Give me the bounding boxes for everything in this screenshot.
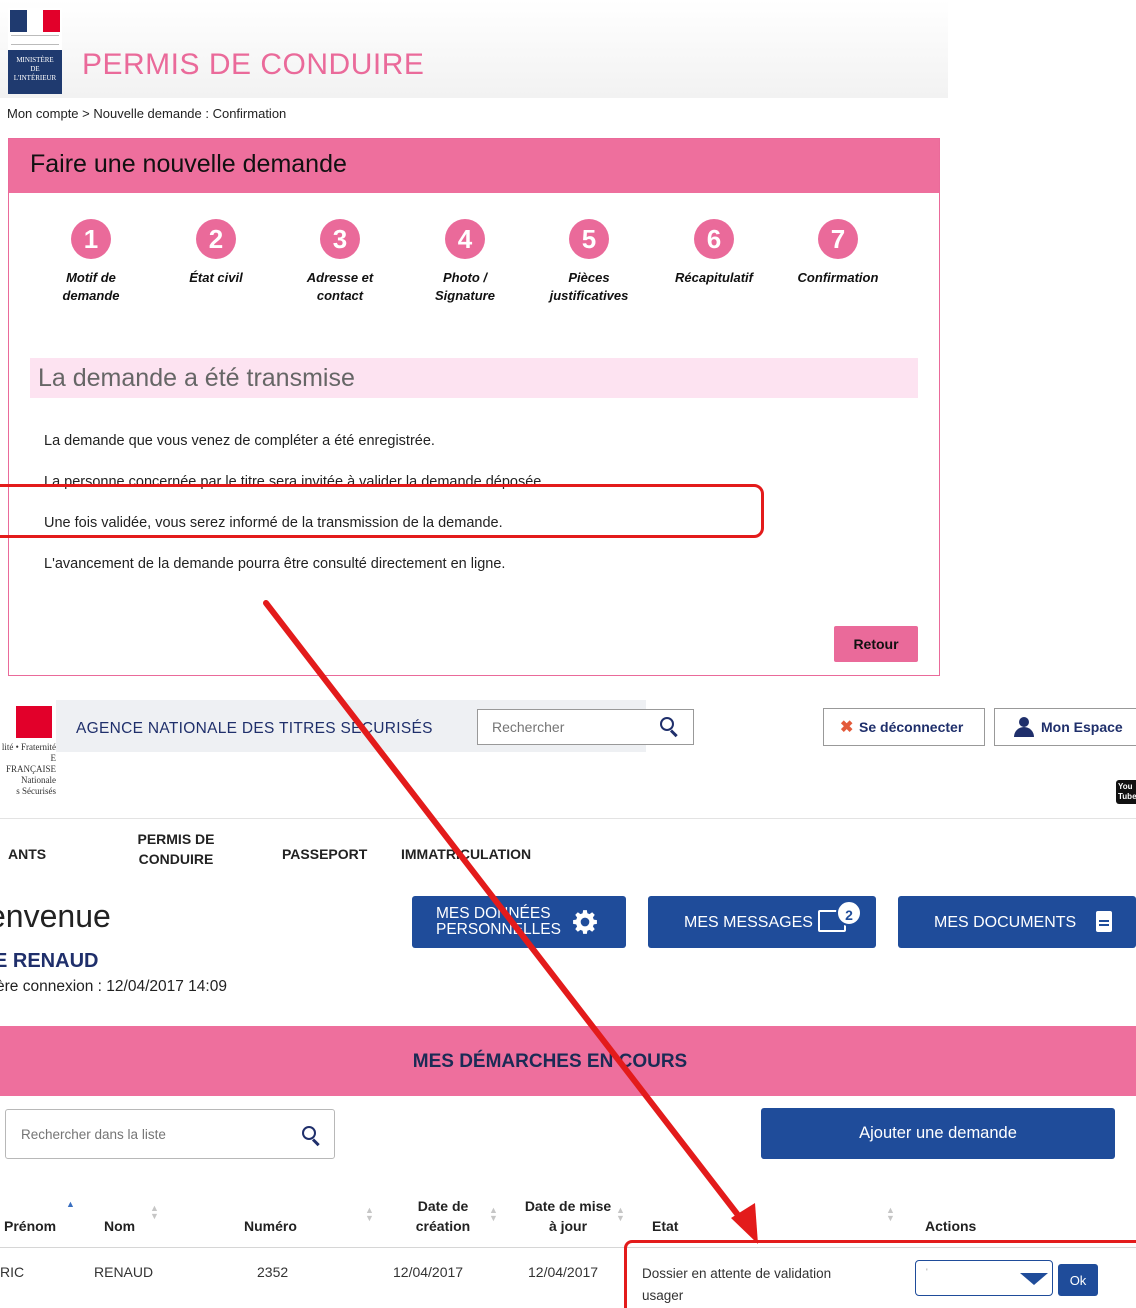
retour-button[interactable]: Retour (834, 626, 918, 662)
annotation-highlight-message (0, 484, 764, 538)
section-title: MES DÉMARCHES EN COURS (412, 1051, 688, 1072)
site-search[interactable] (477, 709, 694, 745)
col-header-date-maj[interactable]: Date de mise à jour (524, 1196, 612, 1236)
user-icon (1013, 717, 1035, 737)
breadcrumb[interactable]: Mon compte > Nouvelle demande : Confirma… (7, 106, 286, 121)
col-header-prenom[interactable]: Prénom (4, 1216, 56, 1236)
cell-numero: 2352 (257, 1264, 289, 1280)
step-5: 5 Pièces justificatives (524, 219, 654, 305)
step-7: 7 Confirmation (773, 219, 903, 287)
step-label: Photo / Signature (435, 270, 495, 303)
ministry-logo: MINISTÈRE DE L'INTÉRIEUR (8, 8, 62, 94)
messages-label: MES MESSAGES (684, 914, 813, 931)
step-number: 4 (445, 219, 485, 259)
step-4: 4 Photo / Signature (400, 219, 530, 305)
youtube-icon[interactable]: You Tube (1116, 780, 1136, 804)
step-label: Récapitulatif (674, 270, 753, 285)
confirmation-message-4: L'avancement de la demande pourra être c… (44, 556, 506, 572)
cell-nom: RENAUD (94, 1264, 154, 1280)
logout-label: Se déconnecter (859, 719, 964, 735)
gear-icon (573, 910, 597, 934)
my-space-label: Mon Espace (1041, 719, 1123, 735)
search-icon[interactable] (660, 717, 678, 738)
ants-logo: lité • Fraternité E FRANÇAISE Nationale s S… (0, 706, 56, 802)
step-label: Adresse et contact (306, 270, 374, 303)
list-search[interactable] (5, 1109, 335, 1159)
step-number: 1 (71, 219, 111, 259)
step-3: 3 Adresse et contact (275, 219, 405, 305)
confirmation-message-1: La demande que vous venez de compléter a… (44, 433, 435, 449)
add-request-button[interactable]: Ajouter une demande (761, 1108, 1115, 1159)
close-icon: ✖ (840, 719, 854, 736)
step-2: 2 État civil (151, 219, 281, 287)
col-header-actions: Actions (925, 1218, 977, 1234)
agency-name: AGENCE NATIONALE DES TITRES SÉCURISÉS (76, 720, 433, 737)
document-icon (1096, 911, 1112, 932)
sort-icon[interactable]: ▲ ▼ (150, 1204, 159, 1221)
panel-title: Faire une nouvelle demande (30, 150, 347, 178)
cell-prenom: RIC (0, 1264, 25, 1280)
site-search-input[interactable] (478, 710, 648, 744)
personal-data-button[interactable]: MES DONNÉES PERSONNELLES (412, 896, 626, 948)
welcome-heading: envenue (0, 898, 111, 934)
nav-item-ants[interactable]: ANTS (8, 844, 46, 864)
step-label: Motif de demande (62, 270, 120, 303)
documents-label: MES DOCUMENTS (934, 914, 1077, 931)
header-divider (0, 818, 1136, 819)
documents-button[interactable]: MES DOCUMENTS (898, 896, 1136, 948)
step-number: 7 (818, 219, 858, 259)
col-header-nom[interactable]: Nom (104, 1216, 135, 1236)
app-title: PERMIS DE CONDUIRE (82, 48, 425, 81)
messages-button[interactable]: MES MESSAGES 2 (648, 896, 876, 948)
step-label: État civil (189, 270, 243, 285)
nav-item-passeport[interactable]: PASSEPORT (282, 844, 367, 864)
success-title: La demande a été transmise (38, 364, 355, 392)
step-number: 6 (694, 219, 734, 259)
nav-item-immatriculation[interactable]: IMMATRICULATION (401, 844, 531, 864)
step-1: 1 Motif de demande (26, 219, 156, 305)
col-header-numero[interactable]: Numéro (244, 1216, 297, 1236)
list-search-input[interactable] (6, 1110, 286, 1158)
step-number: 5 (569, 219, 609, 259)
sort-icon[interactable]: ▲ ▼ (616, 1206, 625, 1223)
step-label: Pièces justificatives (549, 270, 629, 303)
nav-item-permis[interactable]: PERMIS DE CONDUIRE (126, 829, 226, 869)
cell-date-creation: 12/04/2017 (393, 1264, 464, 1280)
last-login: ère connexion : 12/04/2017 14:09 (0, 978, 227, 995)
personal-data-label: MES DONNÉES PERSONNELLES (436, 905, 561, 938)
sort-icon[interactable]: ▲ ▼ (365, 1206, 374, 1223)
sort-icon[interactable]: ▲ ▼ (489, 1206, 498, 1223)
step-number: 2 (196, 219, 236, 259)
arrow-head (731, 1203, 758, 1244)
col-header-date-creation[interactable]: Date de création (410, 1196, 476, 1236)
my-space-button[interactable]: Mon Espace (994, 708, 1136, 746)
cell-date-maj: 12/04/2017 (528, 1264, 599, 1280)
user-name: E RENAUD (0, 950, 99, 972)
messages-count-badge: 2 (836, 900, 862, 926)
step-number: 3 (320, 219, 360, 259)
search-icon[interactable] (302, 1126, 320, 1147)
logout-button[interactable]: ✖ Se déconnecter (823, 708, 985, 746)
step-6: 6 Récapitulatif (649, 219, 779, 287)
step-label: Confirmation (797, 270, 879, 285)
sort-asc-icon[interactable]: ▲ (66, 1200, 75, 1209)
annotation-highlight-status (624, 1240, 1136, 1308)
col-header-etat[interactable]: Etat (652, 1216, 678, 1236)
sort-icon[interactable]: ▲ ▼ (886, 1206, 895, 1223)
